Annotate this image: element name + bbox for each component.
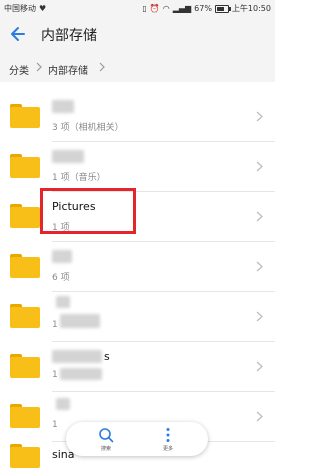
search-button[interactable]: 搜索 [86,426,126,454]
clock: 上午10:50 [231,4,271,13]
app-header: 内部存储 [0,16,275,54]
chevron-right-icon [256,411,263,422]
folder-subtitle: 1 [52,320,58,330]
list-item[interactable]: 1 [0,292,275,342]
search-icon [99,428,114,443]
battery-icon [214,4,231,13]
folder-icon [10,354,40,378]
redacted-name [52,100,74,113]
search-label: 搜索 [100,446,111,452]
bottom-action-bar: 搜索 更多 [66,422,208,456]
chevron-right-icon [256,311,263,322]
redacted-name [52,150,84,163]
vibrate-icon: ▯ [142,4,147,13]
chevron-right-icon [256,161,263,172]
signal-icon: ▂▄▆ [172,4,192,13]
chevron-right-icon [256,261,263,272]
breadcrumb-item-internal-storage[interactable]: 内部存储 [48,62,88,77]
folder-icon [10,304,40,328]
folder-subtitle: 1 [52,420,58,430]
list-item[interactable]: s 1 [0,342,275,392]
status-bar: 中国移动 ♥ ▯ ⏰ ◠ ▂▄▆ 67% 上午10:50 [0,0,275,16]
heart-icon: ♥ [39,4,47,13]
redacted-name [52,250,72,263]
redacted-name [52,350,102,363]
folder-subtitle: 6 项 [52,273,70,283]
list-item[interactable]: 6 项 [0,242,275,292]
folder-name: s [104,350,110,363]
list-item[interactable]: 3 项（相机相关） [0,92,275,142]
folder-icon [10,204,40,228]
folder-list: 3 项（相机相关） 1 项（音乐） Pictures 1 项 6 项 1 s 1… [0,92,275,442]
back-arrow-icon[interactable] [8,23,30,45]
redacted-name [56,296,70,308]
redacted-subtitle [60,368,102,380]
redacted-subtitle [60,314,100,328]
folder-subtitle: 1 项（音乐） [52,173,106,183]
breadcrumb-item-category[interactable]: 分类 [9,62,29,77]
carrier-label: 中国移动 [4,4,36,13]
wifi-icon: ◠ [162,4,170,13]
list-item[interactable]: 1 项（音乐） [0,142,275,192]
chevron-right-icon [256,111,263,122]
more-label: 更多 [162,446,173,452]
chevron-right-icon [99,62,105,72]
chevron-right-icon [36,62,42,72]
folder-subtitle: 3 项（相机相关） [52,123,124,133]
breadcrumb: 分类 内部存储 [0,54,275,82]
alarm-icon: ⏰ [149,4,160,13]
redacted-name [56,398,70,410]
battery-percent: 67% [194,4,212,13]
chevron-right-icon [256,211,263,222]
folder-icon [10,154,40,178]
more-button[interactable]: 更多 [148,426,188,454]
folder-icon [10,404,40,428]
folder-icon [10,104,40,128]
folder-subtitle: 1 [52,370,58,380]
folder-icon [10,254,40,278]
page-title: 内部存储 [41,28,97,44]
highlight-box [40,188,136,234]
chevron-right-icon [256,361,263,372]
more-vertical-icon [166,428,170,442]
folder-icon [10,444,40,468]
